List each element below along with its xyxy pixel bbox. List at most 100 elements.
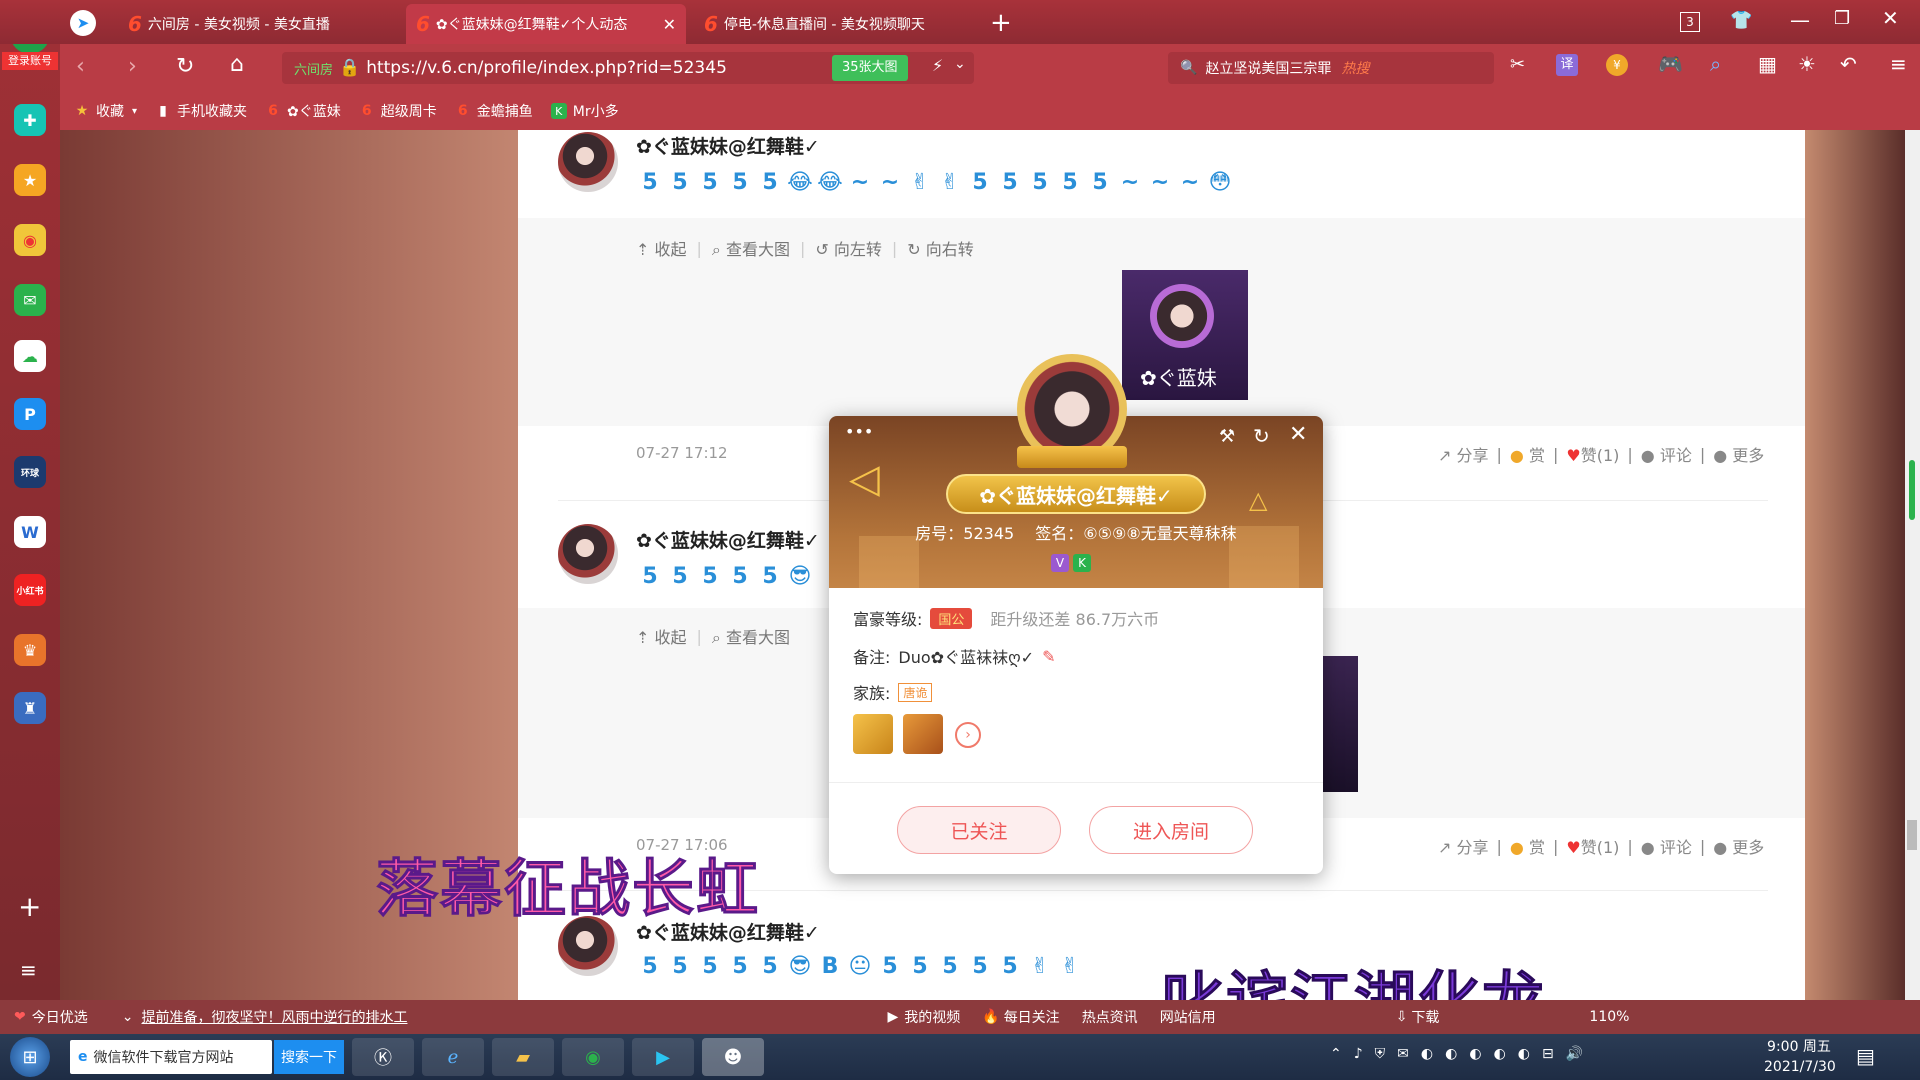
tray-shield-icon[interactable]: ⛨ bbox=[1375, 1046, 1386, 1062]
image-count-button[interactable]: 35张大图 bbox=[832, 55, 908, 81]
home-icon[interactable]: ⌂ bbox=[230, 52, 244, 77]
fav-collect[interactable]: ★ 收藏 ▾ bbox=[74, 101, 137, 121]
tray-qq-icon[interactable]: ◐ bbox=[1518, 1046, 1530, 1062]
menu-icon[interactable]: ≡ bbox=[1890, 52, 1907, 76]
wand-icon[interactable]: ⚒ bbox=[1219, 426, 1235, 447]
medal-icon[interactable] bbox=[853, 714, 893, 754]
today-pick[interactable]: 今日优选 bbox=[32, 1007, 88, 1027]
scrollbar[interactable] bbox=[1905, 130, 1920, 1000]
bolt-icon[interactable]: ⚡ bbox=[932, 56, 943, 75]
collapse-button[interactable]: ⇡ 收起 bbox=[636, 624, 687, 648]
download-link[interactable]: 下载 bbox=[1411, 1007, 1439, 1027]
url-bar[interactable]: 六间房 🔒 https://v.6.cn/profile/index.php?r… bbox=[282, 52, 974, 84]
more-button[interactable]: ● 更多 bbox=[1713, 442, 1764, 466]
tray-wechat-icon[interactable]: ✉ bbox=[1397, 1046, 1409, 1062]
comment-button[interactable]: ● 评论 bbox=[1641, 834, 1692, 858]
tab-count-badge[interactable]: 3 bbox=[1680, 12, 1700, 32]
close-icon[interactable]: ✕ bbox=[1289, 422, 1307, 447]
comment-button[interactable]: ● 评论 bbox=[1641, 442, 1692, 466]
my-video-link[interactable]: 我的视频 bbox=[904, 1007, 960, 1027]
media-player-icon[interactable]: ▶ bbox=[632, 1038, 694, 1076]
browser-360-icon[interactable]: ◉ bbox=[562, 1038, 624, 1076]
notification-icon[interactable]: ▤ bbox=[1856, 1044, 1875, 1068]
ie-browser-icon[interactable]: ℯ bbox=[422, 1038, 484, 1076]
hot-news-link[interactable]: 热点资讯 bbox=[1082, 1007, 1138, 1027]
refresh-icon[interactable]: ↻ bbox=[176, 54, 194, 79]
brightness-icon[interactable]: ☀ bbox=[1798, 52, 1816, 76]
news-headline[interactable]: 提前准备，彻夜坚守！风雨中逆行的排水工 bbox=[141, 1007, 407, 1027]
tray-qq-icon[interactable]: ◐ bbox=[1469, 1046, 1481, 1062]
tab-profile[interactable]: 6 ✿ぐ蓝妹妹@红舞鞋✓个人动态 ✕ bbox=[406, 4, 686, 44]
post-author[interactable]: ✿ぐ蓝妹妹@红舞鞋✓ bbox=[636, 526, 820, 553]
like-button[interactable]: ♥赞(1) bbox=[1566, 834, 1619, 858]
tab-liujianfang[interactable]: 6 六间房 - 美女视频 - 美女直播 bbox=[118, 4, 398, 44]
more-dots-icon[interactable]: ••• bbox=[845, 422, 873, 441]
enter-room-button[interactable]: 进入房间 bbox=[1089, 806, 1253, 854]
active-app-icon[interactable]: ☻ bbox=[702, 1038, 764, 1076]
weibo-icon[interactable]: ◉ bbox=[14, 224, 46, 256]
refresh-icon[interactable]: ↻ bbox=[1253, 424, 1270, 448]
game-news-icon[interactable]: 环球 bbox=[14, 456, 46, 488]
daily-follow-link[interactable]: 每日关注 bbox=[1004, 1007, 1060, 1027]
scrollbar-handle[interactable] bbox=[1907, 820, 1917, 850]
reward-button[interactable]: ● 赏 bbox=[1510, 442, 1545, 466]
mail-icon[interactable]: ✉ bbox=[14, 284, 46, 316]
red-app-icon[interactable]: 小红书 bbox=[14, 574, 46, 606]
fav-mr[interactable]: K Mr小多 bbox=[550, 101, 619, 121]
tray-qq-icon[interactable]: ◐ bbox=[1421, 1046, 1433, 1062]
more-button[interactable]: ● 更多 bbox=[1713, 834, 1764, 858]
chevron-right-icon[interactable]: › bbox=[955, 722, 981, 748]
translate-icon[interactable]: 译 bbox=[1556, 54, 1578, 76]
document-icon[interactable]: W bbox=[14, 516, 46, 548]
tray-qq-icon[interactable]: ◐ bbox=[1494, 1046, 1506, 1062]
treasure-icon[interactable] bbox=[903, 714, 943, 754]
tray-bell-icon[interactable]: ♪ bbox=[1354, 1046, 1363, 1062]
post-image[interactable]: ✿ぐ蓝妹 bbox=[1122, 270, 1248, 400]
collapse-button[interactable]: ⇡ 收起 bbox=[636, 236, 687, 260]
scrollbar-thumb[interactable] bbox=[1909, 460, 1915, 520]
post-image[interactable] bbox=[1320, 656, 1358, 792]
close-window-icon[interactable]: ✕ bbox=[1882, 6, 1899, 30]
cloud-icon[interactable]: ☁ bbox=[14, 340, 46, 372]
scissors-icon[interactable]: ✂ bbox=[1510, 54, 1525, 75]
grid-icon[interactable]: ▦ bbox=[1758, 52, 1777, 76]
tray-arrow-icon[interactable]: ⌃ bbox=[1330, 1046, 1342, 1062]
taskbar-search-button[interactable]: 搜索一下 bbox=[274, 1040, 344, 1074]
view-large-button[interactable]: ⌕ 查看大图 bbox=[712, 624, 790, 648]
followed-button[interactable]: 已关注 bbox=[897, 806, 1061, 854]
tray-network-icon[interactable]: ⊟ bbox=[1542, 1046, 1554, 1062]
favorites-star-icon[interactable]: ★ bbox=[14, 164, 46, 196]
family-badge[interactable]: 唐诡 bbox=[898, 682, 933, 702]
tab-live-room[interactable]: 6 停电-休息直播间 - 美女视频聊天 bbox=[694, 4, 974, 44]
minimize-icon[interactable]: — bbox=[1790, 8, 1810, 32]
fav-fishing[interactable]: 6 金蟾捕鱼 bbox=[455, 101, 533, 121]
zoom-level[interactable]: 110% bbox=[1589, 1009, 1629, 1025]
share-button[interactable]: ↗ 分享 bbox=[1438, 834, 1489, 858]
kugou-icon[interactable]: Ⓚ bbox=[352, 1038, 414, 1076]
fav-profile[interactable]: 6 ✿ぐ蓝妹 bbox=[265, 101, 341, 121]
avatar[interactable] bbox=[558, 524, 618, 584]
shirt-icon[interactable]: 👕 bbox=[1730, 10, 1752, 31]
restore-icon[interactable]: ❐ bbox=[1834, 8, 1850, 29]
p-app-icon[interactable]: P bbox=[14, 398, 46, 430]
fav-mobile[interactable]: ▮ 手机收藏夹 bbox=[155, 101, 247, 121]
avatar[interactable] bbox=[558, 132, 618, 192]
new-tab-button[interactable]: + bbox=[990, 8, 1012, 38]
view-large-button[interactable]: ⌕ 查看大图 bbox=[712, 236, 790, 260]
undo-icon[interactable]: ↶ bbox=[1840, 52, 1857, 76]
fav-weekly-card[interactable]: 6 超级周卡 bbox=[359, 101, 437, 121]
back-icon[interactable]: ‹ bbox=[76, 54, 85, 79]
share-button[interactable]: ↗ 分享 bbox=[1438, 442, 1489, 466]
magnifier-icon[interactable]: ⌕ bbox=[1710, 52, 1721, 76]
tray-volume-icon[interactable]: 🔊 bbox=[1566, 1046, 1583, 1062]
edit-icon[interactable]: ✎ bbox=[1042, 647, 1055, 666]
add-icon[interactable]: + bbox=[18, 890, 41, 923]
forward-icon[interactable]: › bbox=[128, 54, 137, 79]
folder-icon[interactable]: ▰ bbox=[492, 1038, 554, 1076]
coin-icon[interactable]: ¥ bbox=[1606, 54, 1628, 76]
rotate-left-button[interactable]: ↺ 向左转 bbox=[815, 236, 882, 260]
reward-button[interactable]: ● 赏 bbox=[1510, 834, 1545, 858]
gamepad-icon[interactable]: 🎮 bbox=[1658, 52, 1683, 76]
chevron-down-icon[interactable]: ⌄ bbox=[954, 56, 966, 72]
navigation-icon[interactable]: ➤ bbox=[70, 10, 96, 36]
